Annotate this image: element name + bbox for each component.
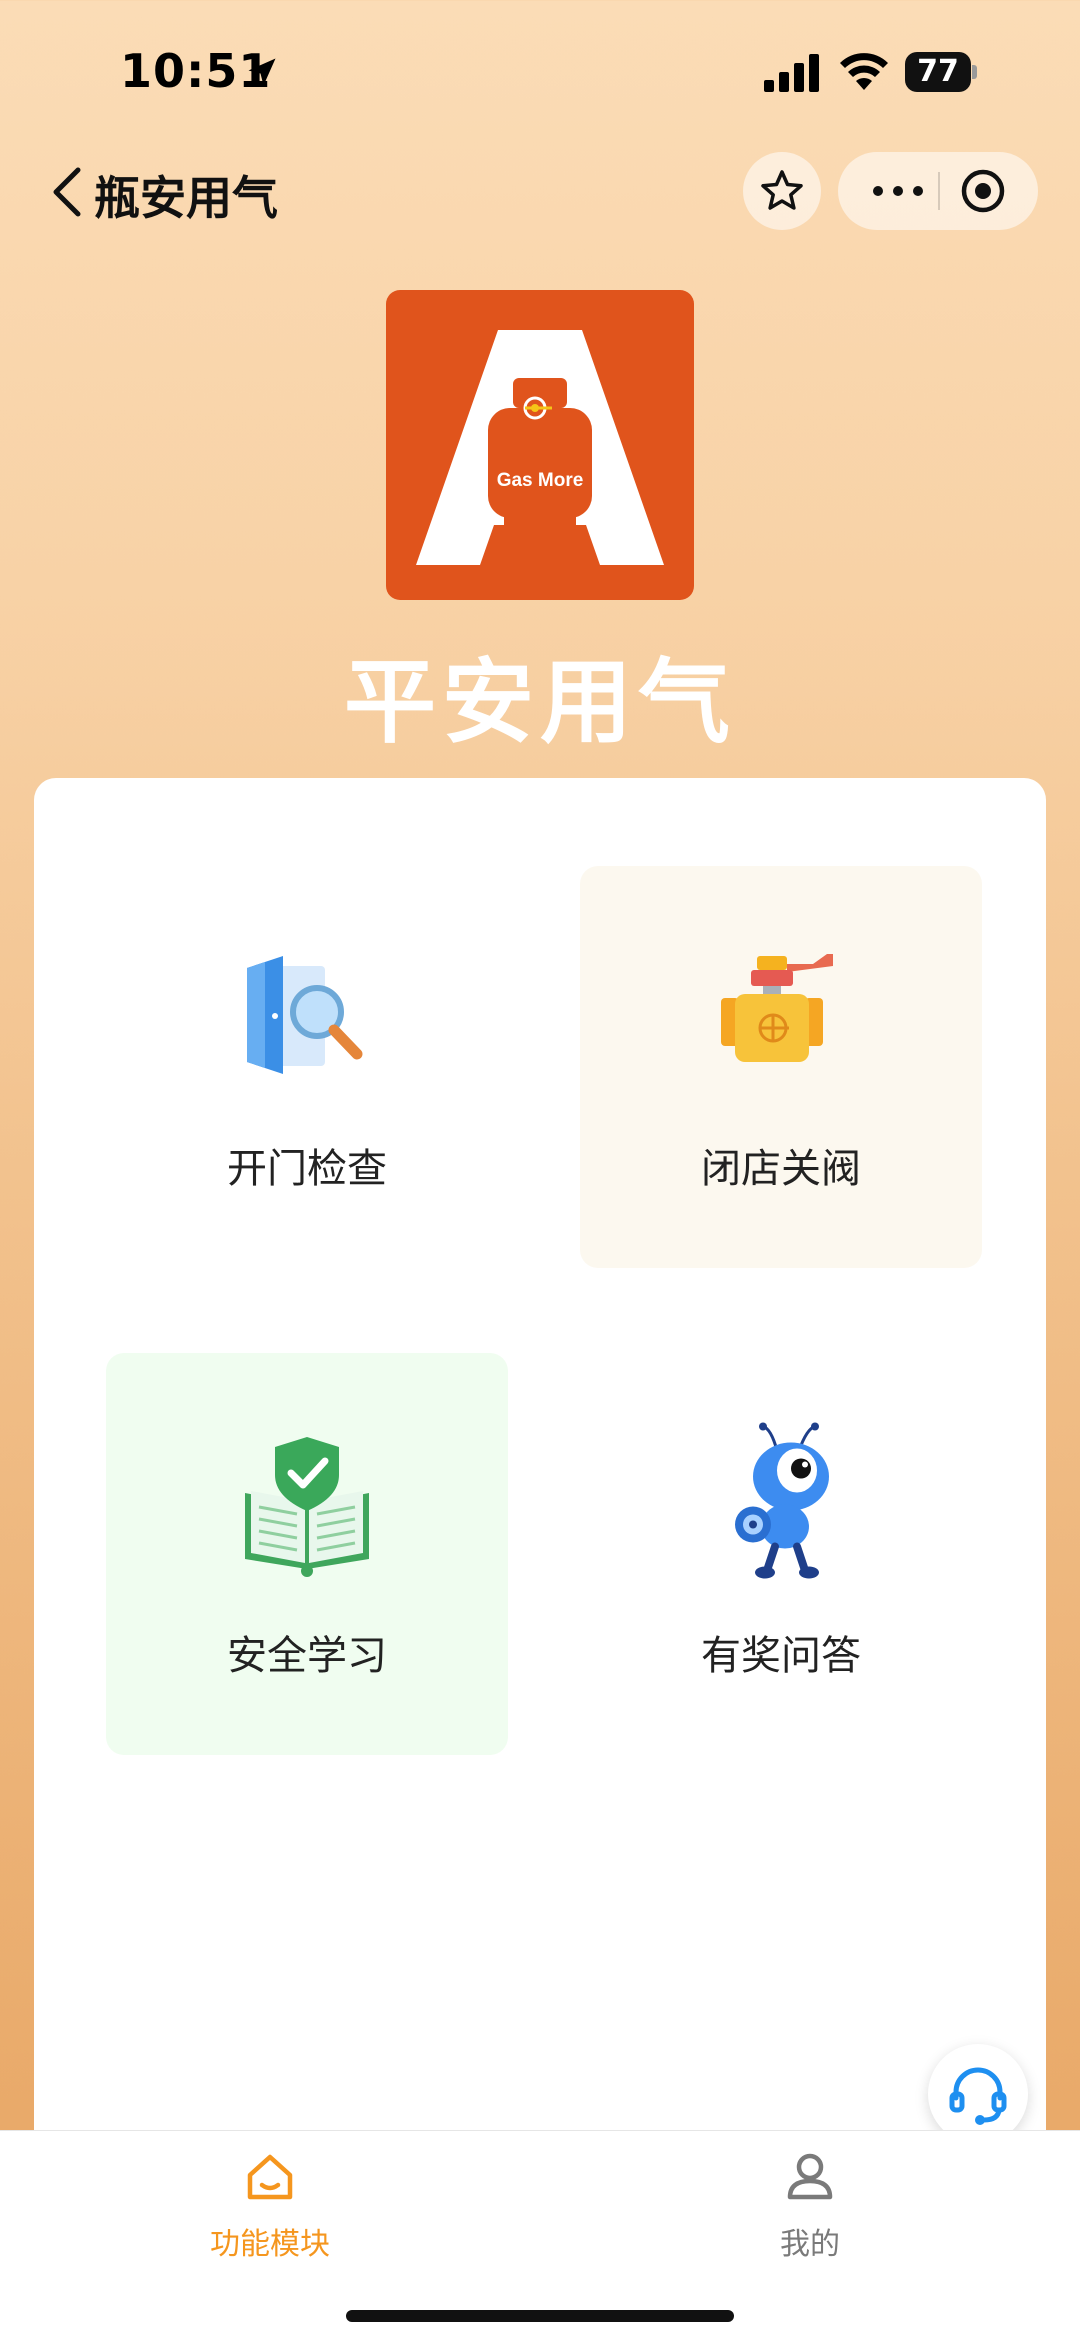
door-magnifier-icon [247, 956, 363, 1074]
tab-modules[interactable]: 功能模块 [0, 2131, 540, 2271]
user-icon [787, 2153, 833, 2200]
close-target-icon[interactable] [958, 166, 1008, 216]
tab-label: 我的 [780, 2227, 840, 2262]
back-chevron-icon[interactable] [48, 164, 88, 220]
nav-title: 瓶安用气 [94, 171, 278, 225]
module-safety-study[interactable]: 安全学习 [106, 1353, 508, 1755]
brand-title: 平安用气 [343, 649, 736, 756]
star-icon [761, 170, 803, 210]
ant-mascot-icon [735, 1422, 829, 1579]
headset-icon [949, 2067, 1007, 2125]
home-icon [247, 2154, 293, 2200]
wifi-icon [840, 53, 888, 90]
app-logo: Gas More [386, 290, 694, 600]
home-indicator [346, 2310, 734, 2322]
tab-mine[interactable]: 我的 [540, 2131, 1080, 2271]
module-label: 有奖问答 [701, 1633, 861, 1679]
menu-capsule [838, 152, 1038, 230]
status-bar: 10:51 77 [0, 0, 1080, 140]
location-arrow-icon [248, 58, 276, 86]
more-dots-icon[interactable] [868, 176, 928, 206]
module-open-door-check[interactable]: 开门检查 [106, 866, 508, 1268]
logo-badge-text: Gas More [497, 470, 584, 491]
customer-service-button[interactable] [928, 2044, 1028, 2144]
module-label: 开门检查 [227, 1146, 387, 1192]
battery-level: 77 [905, 52, 971, 92]
favorite-button[interactable] [743, 152, 821, 230]
gas-valve-icon [721, 954, 833, 1062]
module-label: 闭店关阀 [701, 1146, 861, 1192]
battery-icon: 77 [905, 52, 977, 92]
module-label: 安全学习 [227, 1633, 387, 1679]
module-card: 开门检查 闭店关阀 安全学习 有奖问答 [34, 778, 1046, 2341]
module-prize-quiz[interactable]: 有奖问答 [580, 1353, 982, 1755]
nav-bar: 瓶安用气 [0, 140, 1080, 240]
shield-book-icon [245, 1437, 369, 1577]
tab-label: 功能模块 [210, 2227, 330, 2262]
cellular-signal-icon [764, 54, 819, 92]
module-close-valve[interactable]: 闭店关阀 [580, 866, 982, 1268]
